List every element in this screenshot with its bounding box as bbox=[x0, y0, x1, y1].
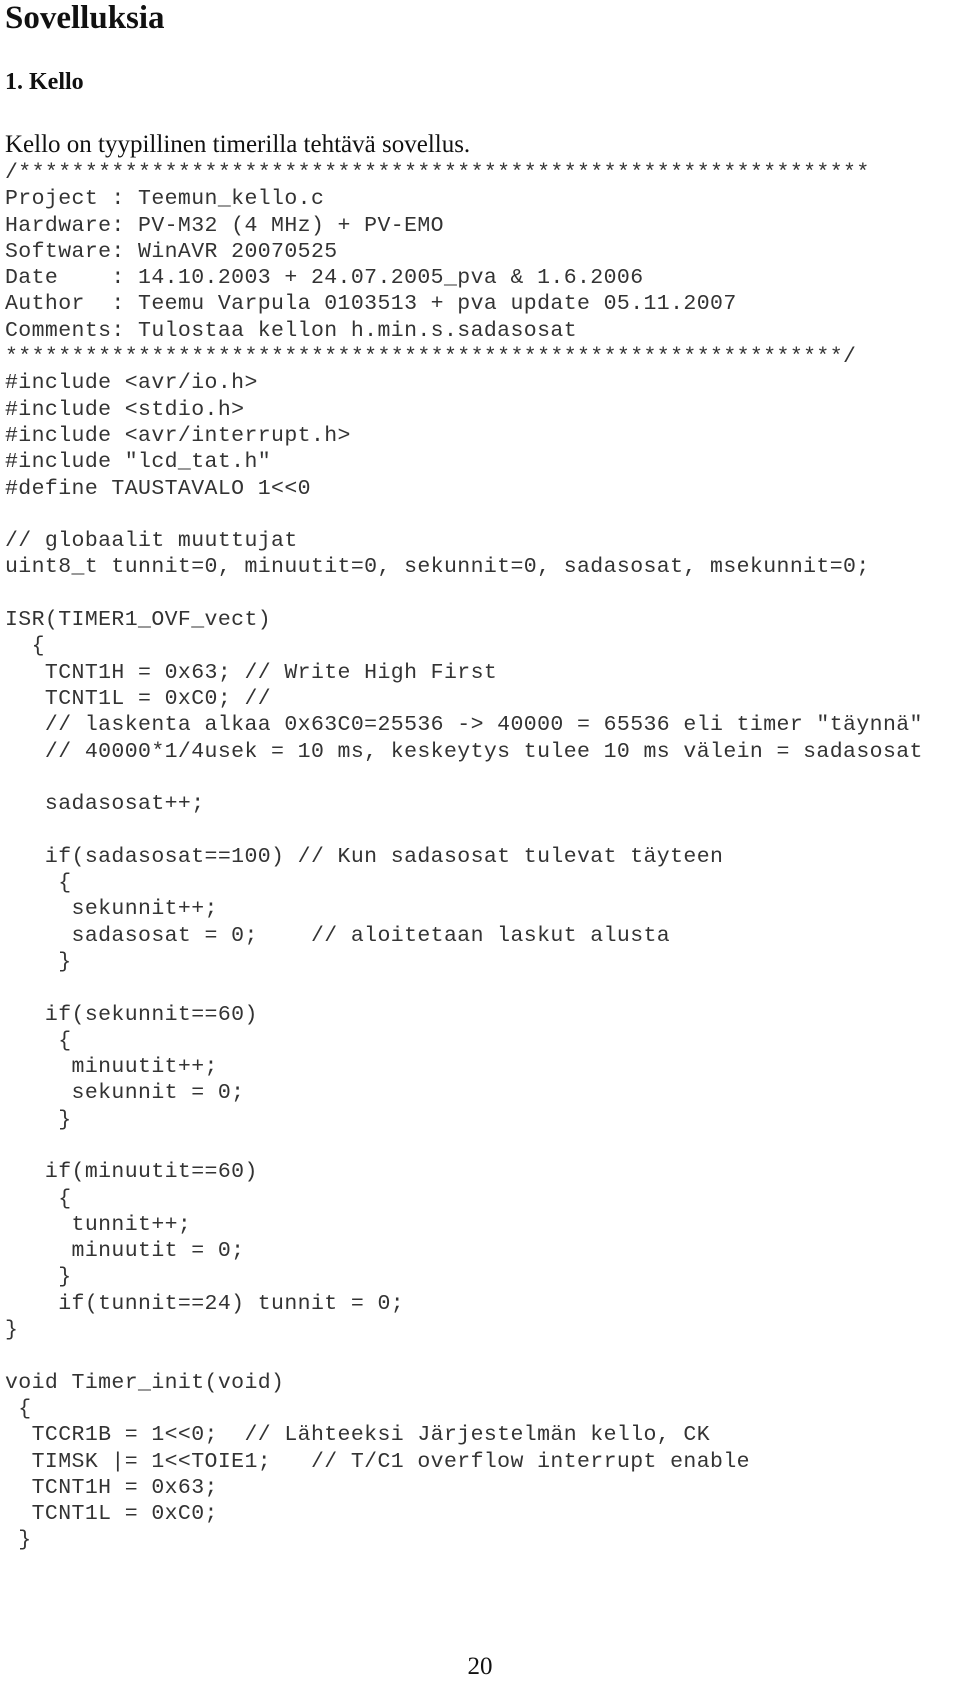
code-line: if(tunnit==24) tunnit = 0; bbox=[5, 1291, 405, 1316]
code-line: { bbox=[5, 1396, 32, 1421]
code-line: // laskenta alkaa 0x63C0=25536 -> 40000 … bbox=[5, 713, 923, 738]
code-line: uint8_t tunnit=0, minuutit=0, sekunnit=0… bbox=[5, 555, 870, 580]
code-line: void Timer_init(void) bbox=[5, 1370, 285, 1395]
code-line: { bbox=[5, 1028, 72, 1053]
code-line: TIMSK |= 1<<TOIE1; // T/C1 overflow inte… bbox=[5, 1449, 750, 1474]
code-line: { bbox=[5, 871, 72, 896]
code-line: Date : 14.10.2003 + 24.07.2005_pva & 1.6… bbox=[5, 266, 644, 291]
code-line: sadasosat++; bbox=[5, 792, 205, 817]
code-line: if(minuutit==60) bbox=[5, 1160, 258, 1185]
code-line: minuutit = 0; bbox=[5, 1239, 245, 1264]
page-number: 20 bbox=[467, 1653, 493, 1680]
code-line: // globaalit muuttujat bbox=[5, 529, 298, 554]
code-line: } bbox=[5, 949, 72, 974]
code-line: { bbox=[5, 634, 45, 659]
code-line: } bbox=[5, 1265, 72, 1290]
page-title: Sovelluksia bbox=[5, 0, 165, 36]
code-line: #include <avr/interrupt.h> bbox=[5, 423, 351, 448]
code-line: sekunnit = 0; bbox=[5, 1081, 245, 1106]
code-line: #include "lcd_tat.h" bbox=[5, 450, 272, 475]
intro-paragraph: Kello on tyypillinen timerilla tehtävä s… bbox=[5, 131, 471, 158]
code-line: minuutit++; bbox=[5, 1055, 218, 1080]
code-line: } bbox=[5, 1318, 19, 1343]
code-line: Hardware: PV-M32 (4 MHz) + PV-EMO bbox=[5, 213, 444, 238]
code-line: #include <avr/io.h> bbox=[5, 371, 258, 396]
code-line: if(sekunnit==60) bbox=[5, 1002, 258, 1027]
code-line: ISR(TIMER1_OVF_vect) bbox=[5, 608, 272, 633]
code-line: } bbox=[5, 1528, 32, 1553]
code-line: sadasosat = 0; // aloitetaan laskut alus… bbox=[5, 923, 671, 948]
code-line: ****************************************… bbox=[5, 345, 857, 370]
code-line: Author : Teemu Varpula 0103513 + pva upd… bbox=[5, 292, 737, 317]
code-line: { bbox=[5, 1186, 72, 1211]
code-line: tunnit++; bbox=[5, 1212, 192, 1237]
code-line: sekunnit++; bbox=[5, 897, 218, 922]
code-line: // 40000*1/4usek = 10 ms, keskeytys tule… bbox=[5, 739, 923, 764]
code-line: TCNT1H = 0x63; bbox=[5, 1475, 218, 1500]
code-line: TCNT1H = 0x63; // Write High First bbox=[5, 660, 498, 685]
code-line: } bbox=[5, 1107, 72, 1132]
code-line: Comments: Tulostaa kellon h.min.s.sadaso… bbox=[5, 318, 577, 343]
code-listing: /***************************************… bbox=[5, 160, 923, 1554]
code-line: if(sadasosat==100) // Kun sadasosat tule… bbox=[5, 844, 724, 869]
code-line: TCNT1L = 0xC0; // bbox=[5, 686, 272, 711]
code-line: Software: WinAVR 20070525 bbox=[5, 239, 338, 264]
code-line: TCCR1B = 1<<0; // Lähteeksi Järjestelmän… bbox=[5, 1423, 711, 1448]
code-line: #define TAUSTAVALO 1<<0 bbox=[5, 476, 311, 501]
code-line: TCNT1L = 0xC0; bbox=[5, 1502, 218, 1527]
section-heading: 1. Kello bbox=[5, 69, 84, 95]
code-line: #include <stdio.h> bbox=[5, 397, 245, 422]
code-line: Project : Teemun_kello.c bbox=[5, 187, 325, 212]
code-line: /***************************************… bbox=[5, 161, 870, 185]
